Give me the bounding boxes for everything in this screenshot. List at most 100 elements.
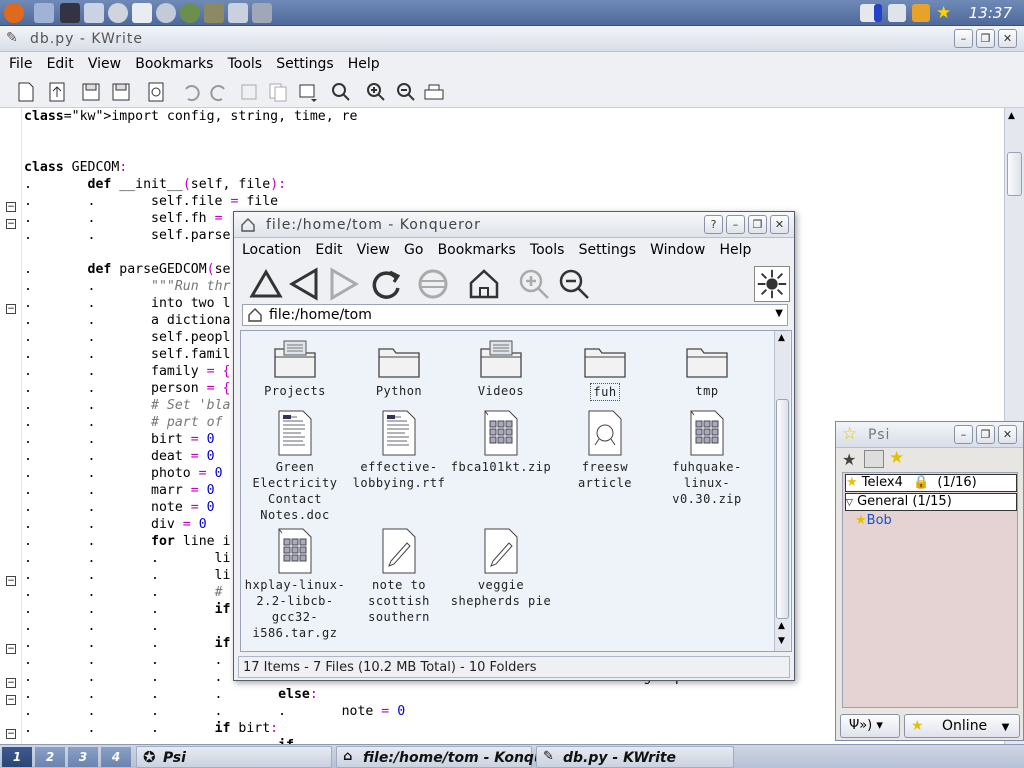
account-row[interactable]: ★ Telex4 🔒 (1/16) bbox=[845, 474, 1017, 492]
close-button[interactable]: ✕ bbox=[998, 425, 1017, 444]
menu-help[interactable]: Help bbox=[343, 53, 385, 72]
close-icon[interactable] bbox=[145, 81, 167, 103]
menu-bookmarks[interactable]: Bookmarks bbox=[130, 53, 218, 72]
terminal-icon[interactable] bbox=[60, 3, 80, 23]
menu-go[interactable]: Go bbox=[399, 239, 428, 258]
minimize-button[interactable]: – bbox=[726, 215, 745, 234]
roster-list[interactable]: ★ Telex4 🔒 (1/16) ▽ General (1/15) ★Bob bbox=[842, 472, 1018, 708]
psi-menu-button[interactable]: Ψ») ▾ bbox=[840, 714, 900, 738]
file-item[interactable]: Videos bbox=[449, 337, 553, 399]
menu-help[interactable]: Help bbox=[714, 239, 756, 258]
find-icon[interactable] bbox=[330, 81, 352, 103]
group-row[interactable]: ▽ General (1/15) bbox=[845, 493, 1017, 511]
menu-tools[interactable]: Tools bbox=[525, 239, 570, 258]
minimize-button[interactable]: – bbox=[954, 425, 973, 444]
file-item[interactable]: note to scottish southern bbox=[347, 527, 451, 625]
close-button[interactable]: ✕ bbox=[770, 215, 789, 234]
menu-tools[interactable]: Tools bbox=[223, 53, 268, 72]
menu-view[interactable]: View bbox=[352, 239, 395, 258]
scroll-thumb[interactable] bbox=[776, 399, 789, 619]
status-star-icon[interactable]: ★ bbox=[889, 448, 904, 468]
file-item[interactable]: hxplay-linux-2.2-libcb-gcc32-i586.tar.gz bbox=[243, 527, 347, 641]
print-icon[interactable] bbox=[423, 81, 445, 103]
reload-icon[interactable] bbox=[368, 266, 404, 302]
add-contact-icon[interactable] bbox=[864, 450, 884, 468]
kwrite-titlebar[interactable]: ✎ db.py - KWrite – ❐ ✕ bbox=[0, 26, 1024, 52]
fold-marker[interactable]: − bbox=[6, 219, 16, 229]
menu-edit[interactable]: Edit bbox=[310, 239, 347, 258]
mail-icon[interactable] bbox=[132, 3, 152, 23]
notes-icon[interactable] bbox=[912, 4, 930, 22]
menu-settings[interactable]: Settings bbox=[574, 239, 641, 258]
tools-icon[interactable] bbox=[252, 3, 272, 23]
package-icon[interactable] bbox=[204, 3, 224, 23]
menu-view[interactable]: View bbox=[83, 53, 126, 72]
undo-icon[interactable] bbox=[180, 81, 202, 103]
location-input[interactable]: file:/home/tom bbox=[269, 307, 372, 323]
menu-settings[interactable]: Settings bbox=[271, 53, 338, 72]
location-bar[interactable]: file:/home/tom ▼ bbox=[242, 304, 788, 326]
file-item[interactable]: tmp bbox=[655, 337, 759, 399]
task-psi[interactable]: ✪ Psi bbox=[136, 746, 332, 768]
scroll-up-arrow[interactable]: ▲ bbox=[778, 333, 785, 343]
stop-icon[interactable] bbox=[415, 266, 451, 302]
scroll-up-arrow[interactable]: ▲ bbox=[1008, 111, 1015, 121]
chevron-down-icon[interactable]: ▼ bbox=[775, 308, 783, 319]
file-item[interactable]: fuhquake-linux-v0.30.zip bbox=[655, 409, 759, 507]
contact-row[interactable]: ★Bob bbox=[855, 513, 892, 531]
menu-file[interactable]: File bbox=[4, 53, 37, 72]
up-icon[interactable] bbox=[248, 266, 284, 302]
konqueror-titlebar[interactable]: file:/home/tom - Konqueror ? – ❐ ✕ bbox=[234, 212, 794, 238]
zoom-out-icon[interactable] bbox=[556, 266, 592, 302]
desktop-4-button[interactable]: 4 bbox=[101, 747, 131, 767]
psi-icon[interactable] bbox=[156, 3, 176, 23]
status-selector[interactable]: ★ Online ▼ bbox=[904, 714, 1020, 738]
task-kwrite[interactable]: ✎ db.py - KWrite bbox=[536, 746, 734, 768]
close-button[interactable]: ✕ bbox=[998, 29, 1017, 48]
file-item[interactable]: effective-lobbying.rtf bbox=[347, 409, 451, 491]
fold-marker[interactable]: − bbox=[6, 644, 16, 654]
fold-marker[interactable]: − bbox=[6, 304, 16, 314]
browser-icon[interactable] bbox=[180, 3, 200, 23]
fold-marker[interactable]: − bbox=[6, 576, 16, 586]
settings-icon[interactable] bbox=[108, 3, 128, 23]
file-item[interactable]: veggie shepherds pie bbox=[449, 527, 553, 609]
fold-marker[interactable]: − bbox=[6, 202, 16, 212]
task-konqueror[interactable]: ⌂ file:/home/tom - Konqueror bbox=[336, 746, 577, 768]
maximize-button[interactable]: ❐ bbox=[976, 425, 995, 444]
minimize-button[interactable]: – bbox=[954, 29, 973, 48]
psi-titlebar[interactable]: ☆ Psi – ❐ ✕ bbox=[836, 422, 1023, 448]
fold-gutter[interactable]: − − − − − − − − bbox=[0, 108, 22, 744]
menu-location[interactable]: Location bbox=[237, 239, 306, 258]
fold-marker[interactable]: − bbox=[6, 678, 16, 688]
fold-marker[interactable]: − bbox=[6, 729, 16, 739]
file-item[interactable]: Python bbox=[347, 337, 451, 399]
file-icon-view[interactable]: Projects Python Videos fuh tmp Green Electric… bbox=[240, 330, 792, 652]
home-icon[interactable] bbox=[466, 266, 502, 302]
cut-icon[interactable] bbox=[238, 81, 260, 103]
fold-marker[interactable]: − bbox=[6, 695, 16, 705]
menu-edit[interactable]: Edit bbox=[42, 53, 79, 72]
copy-icon[interactable] bbox=[267, 81, 289, 103]
file-item[interactable]: Projects bbox=[243, 337, 347, 399]
icon-view-scrollbar[interactable]: ▲ ▲ ▼ bbox=[774, 331, 790, 651]
zoom-in-icon[interactable] bbox=[365, 81, 387, 103]
desktop-1-button[interactable]: 1 bbox=[2, 747, 32, 767]
redo-icon[interactable] bbox=[208, 81, 230, 103]
paste-icon[interactable] bbox=[297, 81, 319, 103]
file-item[interactable]: Green Electricity Contact Notes.doc bbox=[243, 409, 347, 523]
maximize-button[interactable]: ❐ bbox=[976, 29, 995, 48]
menu-bookmarks[interactable]: Bookmarks bbox=[433, 239, 521, 258]
options-icon[interactable]: ★ bbox=[842, 450, 856, 469]
games-icon[interactable] bbox=[228, 3, 248, 23]
forward-icon[interactable] bbox=[326, 266, 362, 302]
save-as-icon[interactable] bbox=[110, 81, 132, 103]
zoom-out-icon[interactable] bbox=[395, 81, 417, 103]
scroll-thumb[interactable] bbox=[1007, 152, 1022, 196]
maximize-button[interactable]: ❐ bbox=[748, 215, 767, 234]
zoom-in-icon[interactable] bbox=[516, 266, 552, 302]
battery-icon[interactable] bbox=[874, 4, 882, 22]
psi-star-icon[interactable]: ★ bbox=[936, 4, 954, 22]
help-button[interactable]: ? bbox=[704, 215, 723, 234]
scroll-down-arrow[interactable]: ▼ bbox=[778, 636, 785, 646]
